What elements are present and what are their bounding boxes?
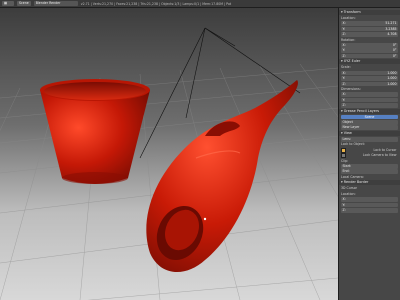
panel-label-text: 3D Cursor [341, 186, 357, 191]
panel-section-header[interactable]: ▾ View [339, 131, 400, 137]
field-label: Object [342, 120, 353, 125]
field-label: X: [342, 197, 346, 202]
3d-viewport[interactable] [0, 8, 338, 300]
panel-number-field[interactable]: X: 0° [341, 42, 398, 48]
properties-panel: ▾ Transform Location: X: 51.271 Y: 3.2385 Z: 4.… [338, 8, 400, 300]
panel-number-field[interactable]: Y: [341, 97, 398, 103]
panel-number-field[interactable]: Start: [341, 163, 398, 169]
panel-label: Location: [341, 192, 398, 197]
panel-label-text: Scale: [341, 65, 351, 70]
panel-label: Lock to Object: [341, 142, 398, 147]
watering-can-object [146, 80, 298, 273]
field-label: X: [342, 21, 346, 26]
cup-object [40, 79, 150, 184]
panel-number-field[interactable]: Z: 0° [341, 53, 398, 59]
panel-number-field[interactable]: Lens: [341, 137, 398, 142]
panel-section-header[interactable]: ▾ Grease Pencil Layers [339, 108, 400, 114]
field-label: Y: [342, 202, 346, 207]
field-value: 0° [392, 53, 397, 58]
field-label: New Layer [342, 125, 360, 130]
panel-label: Clip: [341, 159, 398, 164]
checkbox-label: Lock Camera to View [362, 153, 397, 158]
panel-number-field[interactable]: Y: 3.2385 [341, 26, 398, 32]
field-label: Lens: [342, 137, 351, 142]
panel-number-field[interactable]: Y: 0° [341, 48, 398, 53]
panel-number-field[interactable]: Z: 1.000 [341, 81, 398, 87]
scene-statistics: v2.71 | Verts:21,270 | Faces:21,238 | Tr… [80, 1, 232, 6]
editor-type-button[interactable]: ▦ [2, 1, 14, 6]
panel-number-field[interactable]: Z: [341, 207, 398, 213]
render-engine-selector[interactable]: Blender Render [33, 1, 78, 6]
panel-label-text: Lock to Object: [341, 142, 365, 147]
panel-label-text: Location: [341, 191, 356, 196]
field-label: Z: [342, 53, 346, 58]
field-label: Z: [342, 81, 346, 86]
panel-number-field[interactable]: X: 1.000 [341, 70, 398, 76]
panel-section-header[interactable]: ▾ Render Border [339, 180, 400, 186]
panel-label: 3D Cursor [341, 186, 398, 191]
field-label: Z: [342, 207, 346, 212]
field-label: Z: [342, 103, 346, 108]
checkbox-icon[interactable] [341, 153, 346, 159]
panel-number-field[interactable]: Z: [341, 103, 398, 108]
field-label: Y: [342, 97, 346, 102]
field-label: X: [342, 92, 346, 97]
panel-label-text: Location: [341, 16, 356, 20]
viewport-scene [0, 27, 338, 300]
field-value: 1.000 [387, 81, 397, 86]
checkbox-icon[interactable] [341, 147, 346, 153]
field-label: End: [342, 169, 350, 174]
panel-checkbox[interactable]: Lock to Cursor [341, 147, 398, 153]
field-value: 51.271 [385, 21, 397, 26]
field-label: Y: [342, 26, 346, 31]
panel-label-text: Local Camera: [341, 174, 364, 179]
panel-number-field[interactable]: X: [341, 92, 398, 97]
panel-toggle-button[interactable]: Scene [341, 114, 398, 120]
checkbox-label: Lock to Cursor [373, 147, 397, 152]
scene-selector[interactable]: Scene [17, 1, 31, 6]
panel-label-text: Dimensions: [341, 86, 361, 91]
field-value: 1.000 [387, 76, 397, 81]
field-value: 0° [392, 48, 397, 53]
panel-number-field[interactable]: X: [341, 197, 398, 202]
panel-label: Scale: [341, 65, 398, 70]
panel-label: Local Camera: [341, 175, 398, 180]
field-label: Y: [342, 48, 346, 53]
field-label: Start: [342, 163, 352, 168]
field-value: 3.2385 [385, 26, 397, 31]
panel-label: Rotation: [341, 38, 398, 43]
field-label: X: [342, 42, 346, 47]
panel-label-text: Rotation: [341, 37, 356, 42]
field-label: Z: [342, 32, 346, 37]
panel-label: Dimensions: [341, 87, 398, 92]
field-value: 4.708 [387, 32, 397, 37]
3d-cursor [203, 217, 207, 221]
panel-number-field[interactable]: Object [341, 120, 398, 125]
panel-number-field[interactable]: Z: 4.708 [341, 32, 398, 37]
panel-number-field[interactable]: End: [341, 169, 398, 174]
panel-number-field[interactable]: X: 51.271 [341, 21, 398, 26]
field-label: Y: [342, 76, 346, 81]
panel-label-text: Clip: [341, 158, 349, 163]
panel-label: Location: [341, 16, 398, 21]
field-value: 1.000 [387, 70, 397, 75]
header-bar: ▦ Scene Blender Render v2.71 | Verts:21,… [0, 0, 400, 8]
field-value: 0° [392, 42, 397, 47]
panel-section-header[interactable]: ▾ XYZ Euler [339, 59, 400, 65]
panel-number-field[interactable]: New Layer [341, 125, 398, 131]
panel-number-field[interactable]: Y: [341, 202, 398, 208]
field-label: X: [342, 70, 346, 75]
panel-checkbox[interactable]: Lock Camera to View [341, 153, 398, 159]
panel-number-field[interactable]: Y: 1.000 [341, 76, 398, 81]
panel-section-header[interactable]: ▾ Transform [339, 10, 400, 15]
